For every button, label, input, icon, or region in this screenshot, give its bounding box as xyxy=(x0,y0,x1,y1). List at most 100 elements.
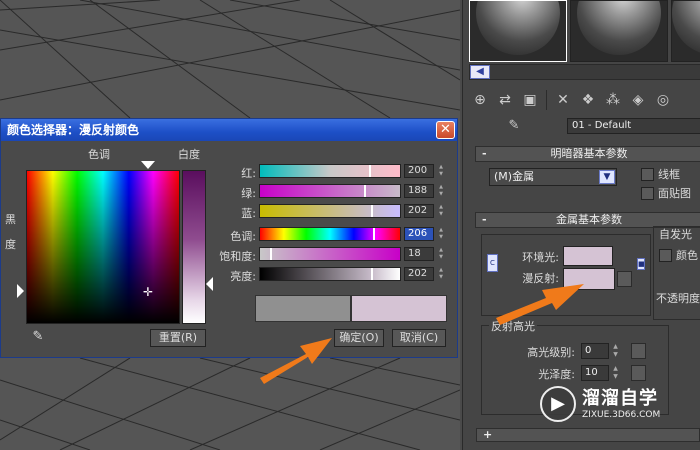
dialog-title: 颜色选择器：漫反射颜色 xyxy=(7,123,140,137)
self-illum-color-checkbox[interactable]: 颜色 xyxy=(659,247,698,263)
slider-value-field[interactable]: 202 xyxy=(404,267,434,281)
pick-material-icon[interactable]: ✎ xyxy=(503,116,525,136)
checkbox-box[interactable] xyxy=(641,167,654,181)
color-spectrum[interactable] xyxy=(26,170,180,324)
slider-value-field[interactable]: 18 xyxy=(404,247,434,261)
cancel-button[interactable]: 取消(C) xyxy=(392,329,446,347)
slider-label: 蓝: xyxy=(241,207,256,220)
watermark-title: 溜溜自学 xyxy=(582,388,658,409)
material-id-icon[interactable]: ◎ xyxy=(652,90,674,110)
slider-thumb[interactable] xyxy=(270,248,272,260)
spec-level-map-button[interactable] xyxy=(631,343,646,359)
assign-to-selection-icon[interactable]: ▣ xyxy=(519,90,541,110)
slider-spinner[interactable]: ▲ ▼ xyxy=(437,184,445,198)
blackness-pointer-icon[interactable] xyxy=(17,284,24,298)
slider-spinner[interactable]: ▲ ▼ xyxy=(437,164,445,178)
self-illum-label: 自发光 xyxy=(659,228,692,241)
slider-value-field[interactable]: 206 xyxy=(404,227,434,241)
facemap-checkbox[interactable]: 面贴图 xyxy=(641,185,691,201)
sample-slots xyxy=(469,0,700,62)
diffuse-map-button[interactable] xyxy=(617,271,632,287)
slider-spinner[interactable]: ▲ ▼ xyxy=(437,247,445,261)
slider-label: 饱和度: xyxy=(219,250,256,263)
slider-spinner[interactable]: ▲ ▼ xyxy=(437,204,445,218)
glossiness-label: 光泽度: xyxy=(538,368,575,381)
sample-sphere xyxy=(577,1,661,55)
slider-track[interactable] xyxy=(259,227,401,241)
blackness-label-2: 度 xyxy=(5,238,16,251)
slider-label: 亮度: xyxy=(230,270,256,283)
reset-button[interactable]: 重置(R) xyxy=(150,329,206,347)
ok-button[interactable]: 确定(O) xyxy=(334,329,384,347)
blackness-label: 黑 xyxy=(5,213,16,226)
slider-thumb[interactable] xyxy=(364,185,366,197)
slider-track[interactable] xyxy=(259,204,401,218)
opacity-label: 不透明度 xyxy=(656,292,700,305)
wire-label: 线框 xyxy=(658,168,680,181)
scroll-left-button[interactable]: ◀ xyxy=(470,65,490,79)
slider-label: 色调: xyxy=(230,230,256,243)
hue-pointer-icon[interactable] xyxy=(141,161,155,169)
close-button[interactable]: ✕ xyxy=(436,121,455,139)
collapse-icon: - xyxy=(482,147,487,160)
slider-label: 绿: xyxy=(241,187,256,200)
ambient-color-swatch[interactable] xyxy=(563,246,613,266)
chevron-down-icon[interactable]: ▼ xyxy=(599,170,615,184)
color-label: 颜色 xyxy=(676,249,698,262)
eyedropper-icon[interactable]: ✎ xyxy=(28,328,48,346)
glossiness-field[interactable]: 10 xyxy=(581,365,609,381)
slider-track[interactable] xyxy=(259,267,401,281)
shader-rollout-header[interactable]: - 明暗器基本参数 xyxy=(475,146,700,162)
lock-icon[interactable]: ■ xyxy=(637,258,645,270)
glossiness-map-button[interactable] xyxy=(631,365,646,381)
facemap-label: 面贴图 xyxy=(658,187,691,200)
copy-material-icon[interactable]: ❖ xyxy=(577,90,599,110)
play-logo-icon: ▶ xyxy=(540,386,576,422)
slider-spinner[interactable]: ▲ ▼ xyxy=(437,227,445,241)
slider-value-field[interactable]: 200 xyxy=(404,164,434,178)
whiteness-bar[interactable] xyxy=(182,170,206,324)
wire-checkbox[interactable]: 线框 xyxy=(641,166,680,182)
slider-thumb[interactable] xyxy=(371,205,373,217)
put-to-library-icon[interactable]: ◈ xyxy=(627,90,649,110)
slider-thumb[interactable] xyxy=(373,228,375,240)
sample-sphere xyxy=(672,1,700,55)
watermark: ▶ 溜溜自学 ZIXUE.3D66.COM xyxy=(540,384,700,432)
arrow-to-diffuse-icon xyxy=(496,284,584,325)
slider-label: 红: xyxy=(241,167,256,180)
slider-thumb[interactable] xyxy=(371,268,373,280)
glossiness-spinner[interactable]: ▲ ▼ xyxy=(611,365,620,381)
new-color-swatch xyxy=(351,295,447,322)
sample-slot-3[interactable] xyxy=(671,0,700,62)
slider-track[interactable] xyxy=(259,247,401,261)
rollout-title: 明暗器基本参数 xyxy=(550,147,628,160)
slider-spinner[interactable]: ▲ ▼ xyxy=(437,267,445,281)
sample-slot-1[interactable] xyxy=(469,0,567,62)
slider-value-field[interactable]: 188 xyxy=(404,184,434,198)
sample-slot-2[interactable] xyxy=(570,0,668,62)
whiteness-header: 白度 xyxy=(178,148,200,161)
material-name-field[interactable]: 01 - Default xyxy=(567,118,700,134)
checkbox-box[interactable] xyxy=(659,248,672,262)
checkbox-box[interactable] xyxy=(641,186,654,200)
hue-header: 色调 xyxy=(88,148,110,161)
shader-type-dropdown[interactable]: (M)金属 ▼ xyxy=(489,168,617,186)
slider-value-field[interactable]: 202 xyxy=(404,204,434,218)
rollout-title: 金属基本参数 xyxy=(556,213,622,226)
slider-track[interactable] xyxy=(259,184,401,198)
put-to-scene-icon[interactable]: ⇄ xyxy=(494,90,516,110)
spec-level-spinner[interactable]: ▲ ▼ xyxy=(611,343,620,359)
spec-level-field[interactable]: 0 xyxy=(581,343,609,359)
arrow-to-ok-icon xyxy=(260,338,332,384)
get-material-icon[interactable]: ⊕ xyxy=(469,90,491,110)
dialog-title-bar[interactable]: 颜色选择器：漫反射颜色 ✕ xyxy=(1,119,457,141)
watermark-url: ZIXUE.3D66.COM xyxy=(582,410,661,420)
lock-colors-button[interactable]: C xyxy=(487,254,498,272)
reset-map-icon[interactable]: ✕ xyxy=(552,90,574,110)
slider-track[interactable] xyxy=(259,164,401,178)
make-unique-icon[interactable]: ⁂ xyxy=(602,90,624,110)
slot-scrollbar[interactable]: ◀ xyxy=(469,64,700,80)
sample-sphere xyxy=(476,1,560,55)
shader-type-value: (M)金属 xyxy=(494,170,535,183)
slider-thumb[interactable] xyxy=(369,165,371,177)
